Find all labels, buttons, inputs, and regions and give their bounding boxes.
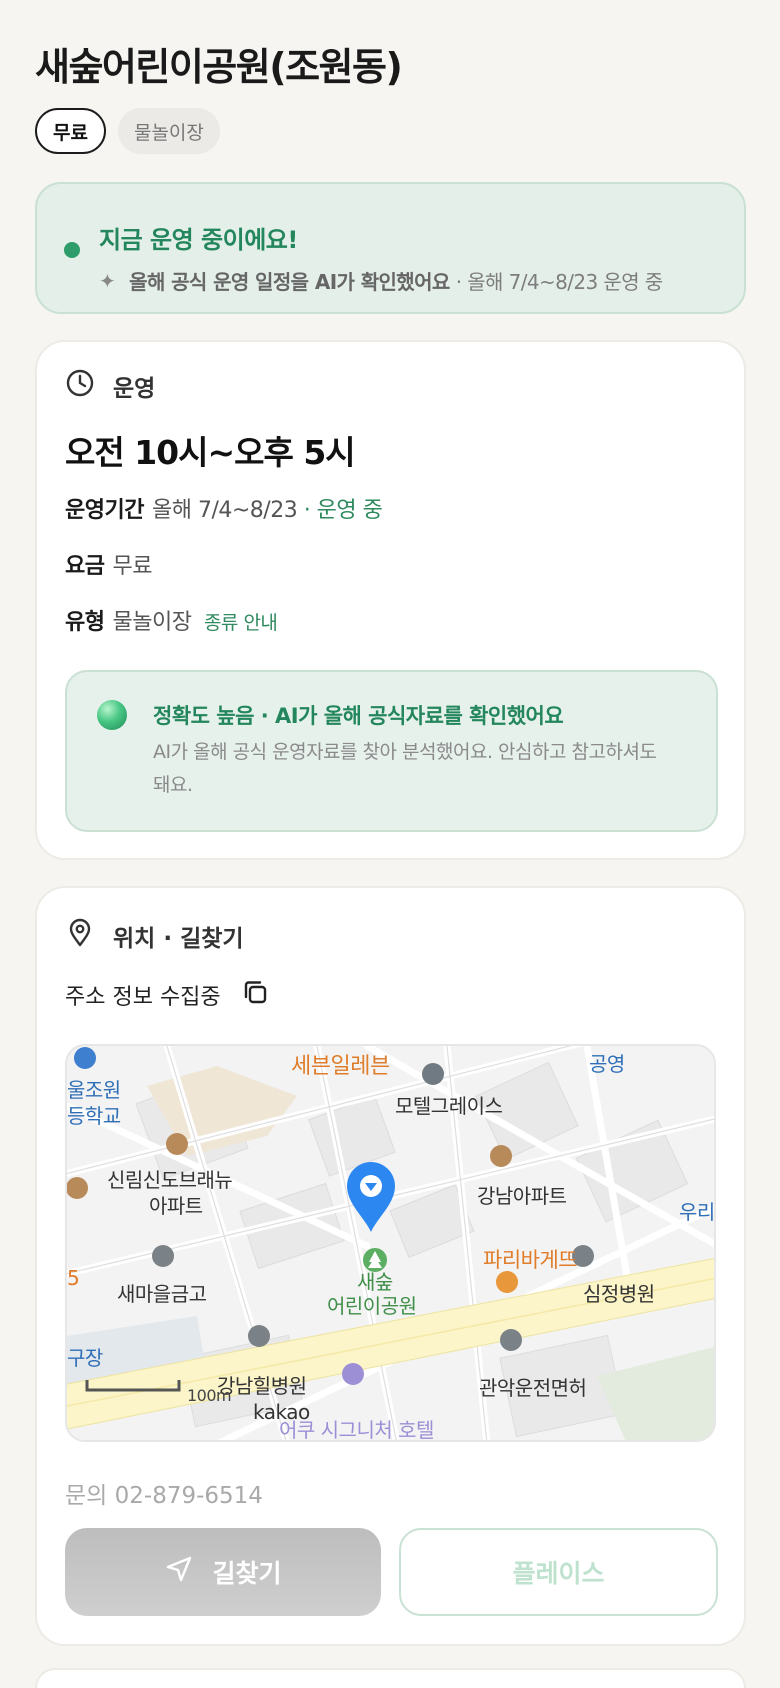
map-label-left-place[interactable]: 구장 (67, 1342, 103, 1371)
place-button-label: 플레이스 (512, 1559, 605, 1588)
map-label-seven-eleven[interactable]: 세븐일레븐 (291, 1048, 390, 1080)
fee-value: 무료 (112, 554, 152, 579)
map-label-motel[interactable]: 모텔그레이스 (395, 1090, 503, 1119)
operation-card: 운영 오전 10시~오후 5시 운영기간 올해 7/4~8/23 · 운영 중 요… (35, 340, 746, 860)
place-button[interactable]: 플레이스 (399, 1528, 718, 1616)
route-button-label: 길찾기 (212, 1559, 282, 1588)
location-section-label: 위치 · 길찾기 (113, 926, 244, 952)
status-period-text: · 올해 7/4~8/23 운영 중 (455, 270, 663, 294)
address-row: 주소 정보 수집중 (65, 978, 269, 1012)
map-label-apt1-2[interactable]: 아파트 (149, 1190, 203, 1219)
clock-icon (65, 368, 95, 404)
type-value: 물놀이장 (112, 610, 192, 635)
ai-accuracy-title: 정확도 높음 · AI가 올해 공식자료를 확인했어요 (153, 704, 564, 728)
map-label-right-edge[interactable]: 우리 (679, 1196, 714, 1225)
type-guide-link[interactable]: 종류 안내 (204, 612, 278, 634)
kakao-logo: kakao (253, 1400, 310, 1424)
operation-section-label: 운영 (113, 376, 156, 402)
type-label: 유형 (65, 610, 105, 635)
map-label-driving-school[interactable]: 관악운전면허 (479, 1372, 587, 1401)
map-label-apt2[interactable]: 강남아파트 (477, 1180, 567, 1209)
period-label: 운영기간 (65, 498, 144, 523)
map-label-hospital1[interactable]: 심정병원 (583, 1278, 655, 1307)
map-label-school-2[interactable]: 등학교 (67, 1100, 121, 1129)
map-label-gongyeong[interactable]: 공영 (589, 1048, 625, 1077)
route-button[interactable]: 길찾기 (65, 1528, 381, 1616)
contact-phone[interactable]: 문의 02-879-6514 (65, 1476, 263, 1510)
period-status: · 운영 중 (303, 498, 383, 523)
tag-list: 무료 물놀이장 (35, 108, 220, 154)
navigation-arrow-icon (164, 1554, 194, 1590)
tag-waterplay-chip[interactable]: 물놀이장 (117, 108, 220, 154)
operating-hours: 오전 10시~오후 5시 (65, 433, 356, 472)
tag-free-chip[interactable]: 무료 (35, 108, 106, 154)
ai-accuracy-text: AI가 올해 공식 운영자료를 찾아 분석했어요. 안심하고 참고하셔도 돼요. (153, 741, 657, 796)
operation-section-header: 운영 (65, 368, 155, 404)
map-canvas (67, 1046, 714, 1440)
map-label-bank[interactable]: 새마을금고 (117, 1278, 207, 1307)
location-section-header: 위치 · 길찾기 (65, 918, 244, 954)
status-subtitle: ✦ 올해 공식 운영 일정을 AI가 확인했어요 · 올해 7/4~8/23 운… (99, 266, 663, 295)
location-pin-icon (65, 918, 95, 954)
next-card (35, 1668, 746, 1688)
map-scale-label: 100m (187, 1386, 232, 1405)
sparkle-icon: ✦ (99, 268, 116, 293)
status-dot-icon (64, 242, 80, 258)
location-card: 위치 · 길찾기 주소 정보 수집중 세븐일레븐 공영 울조원 등학교 모텔그레… (35, 886, 746, 1646)
fee-row: 요금 무료 (65, 548, 152, 580)
period-row: 운영기간 올해 7/4~8/23 · 운영 중 (65, 492, 383, 524)
fee-label: 요금 (65, 554, 105, 579)
map-view[interactable]: 세븐일레븐 공영 울조원 등학교 모텔그레이스 신림신도브래뉴 아파트 강남아파… (65, 1044, 716, 1442)
ai-accuracy-box: 정확도 높음 · AI가 올해 공식자료를 확인했어요 AI가 올해 공식 운영… (65, 670, 718, 832)
ai-orb-icon (97, 700, 127, 730)
address-text: 주소 정보 수집중 (65, 985, 221, 1010)
map-label-paris[interactable]: 파리바게뜨 (483, 1244, 578, 1274)
page-title: 새숲어린이공원(조원동) (35, 45, 403, 89)
operating-status-banner: 지금 운영 중이에요! ✦ 올해 공식 운영 일정을 AI가 확인했어요 · 올… (35, 182, 746, 314)
type-row: 유형 물놀이장 종류 안내 (65, 604, 278, 636)
period-value: 올해 7/4~8/23 (151, 498, 298, 523)
map-label-left-num: 5 (67, 1266, 80, 1290)
status-title: 지금 운영 중이에요! (99, 226, 298, 254)
map-label-school-1[interactable]: 울조원 (67, 1074, 121, 1103)
copy-icon[interactable] (241, 978, 269, 1012)
status-verified-text: 올해 공식 운영 일정을 AI가 확인했어요 (129, 270, 450, 294)
map-label-park-2[interactable]: 어린이공원 (327, 1290, 417, 1319)
map-label-apt1-1[interactable]: 신림신도브래뉴 (107, 1164, 233, 1193)
